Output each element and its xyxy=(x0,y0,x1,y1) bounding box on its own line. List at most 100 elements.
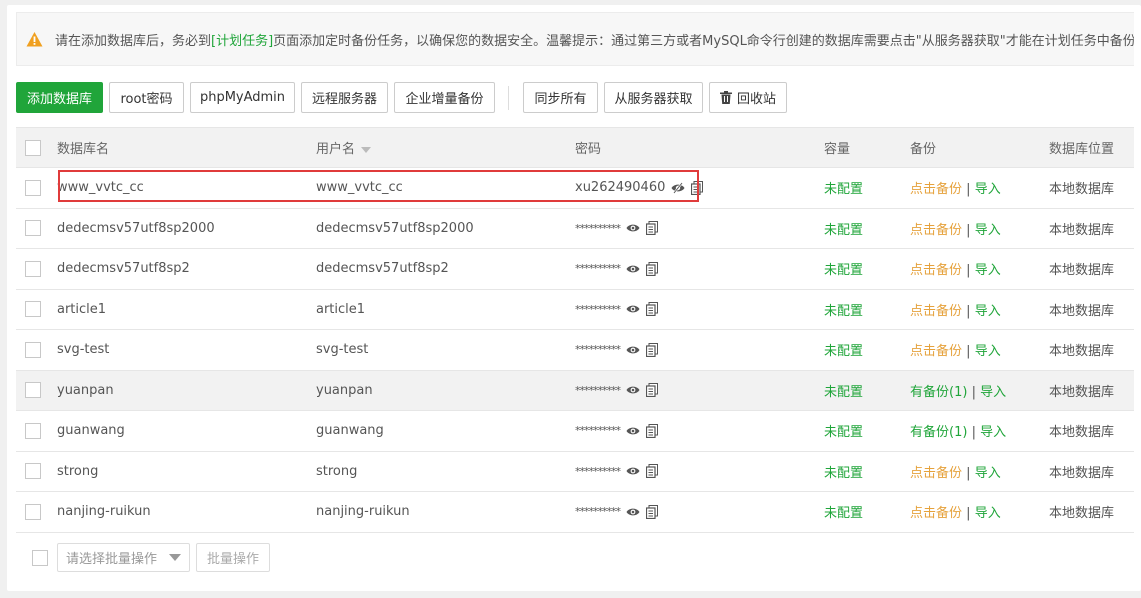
row-checkbox[interactable] xyxy=(25,463,41,480)
import-link[interactable]: 导入 xyxy=(975,506,1001,521)
recycle-bin-button[interactable]: 回收站 xyxy=(709,82,787,113)
eye-icon[interactable] xyxy=(626,223,640,233)
batch-footer: 请选择批量操作 批量操作 xyxy=(16,543,276,572)
row-checkbox[interactable] xyxy=(25,260,41,277)
import-link[interactable]: 导入 xyxy=(975,263,1001,278)
toolbar-divider xyxy=(508,85,509,110)
sync-all-button[interactable]: 同步所有 xyxy=(523,82,598,113)
copy-icon[interactable] xyxy=(646,302,658,317)
root-password-button[interactable]: root密码 xyxy=(109,82,184,113)
db-capacity[interactable]: 未配置 xyxy=(824,208,910,249)
db-name: nanjing-ruikun xyxy=(57,491,316,533)
db-capacity[interactable]: 未配置 xyxy=(824,370,910,411)
notice-text-2: 页面添加定时备份任务，以确保您的数据安全。温馨提示：通过第三方或者MySQL命令… xyxy=(273,33,1134,49)
separator: | xyxy=(966,465,971,481)
select-all-checkbox[interactable] xyxy=(25,139,41,156)
db-backup-cell: 点击备份 | 导入 xyxy=(910,248,1049,290)
copy-icon[interactable] xyxy=(646,423,658,438)
eye-icon[interactable] xyxy=(626,304,640,314)
column-header-password: 密码 xyxy=(575,127,824,168)
copy-icon[interactable] xyxy=(646,504,658,519)
db-capacity[interactable]: 未配置 xyxy=(824,491,910,533)
db-password-cell: ********** xyxy=(575,329,824,371)
db-backup-cell: 点击备份 | 导入 xyxy=(910,289,1049,330)
row-checkbox[interactable] xyxy=(25,301,41,318)
eye-icon[interactable] xyxy=(626,426,640,436)
row-checkbox[interactable] xyxy=(25,341,41,358)
row-checkbox[interactable] xyxy=(25,220,41,237)
row-checkbox[interactable] xyxy=(25,382,41,399)
table-row: article1 article1 ********** 未配置 点击备份 | 导入 本地… xyxy=(16,289,1134,330)
db-user: article1 xyxy=(316,289,575,330)
column-header-location: 数据库位置 xyxy=(1049,127,1134,168)
db-backup-cell: 有备份(1) | 导入 xyxy=(910,370,1049,411)
row-checkbox[interactable] xyxy=(25,503,41,520)
enterprise-backup-button[interactable]: 企业增量备份 xyxy=(394,82,495,113)
get-from-server-button[interactable]: 从服务器获取 xyxy=(604,82,703,113)
backup-link[interactable]: 点击备份 xyxy=(910,466,962,481)
remote-server-button[interactable]: 远程服务器 xyxy=(301,82,388,113)
import-link[interactable]: 导入 xyxy=(975,182,1001,197)
db-password: ********** xyxy=(575,383,621,397)
import-link[interactable]: 导入 xyxy=(975,304,1001,319)
backup-link[interactable]: 有备份(1) xyxy=(910,385,967,400)
backup-link[interactable]: 点击备份 xyxy=(910,223,962,238)
copy-icon[interactable] xyxy=(646,383,658,398)
db-user: guanwang xyxy=(316,410,575,452)
trash-icon xyxy=(720,91,732,104)
db-name: www_vvtc_cc xyxy=(57,167,316,209)
copy-icon[interactable] xyxy=(646,261,658,276)
db-capacity[interactable]: 未配置 xyxy=(824,289,910,330)
copy-icon[interactable] xyxy=(646,464,658,479)
copy-icon[interactable] xyxy=(646,221,658,236)
backup-link[interactable]: 点击备份 xyxy=(910,182,962,197)
import-link[interactable]: 导入 xyxy=(975,466,1001,481)
table-row: yuanpan yuanpan ********** 未配置 有备份(1) | 导入 本地… xyxy=(16,370,1134,411)
backup-link[interactable]: 有备份(1) xyxy=(910,425,967,440)
db-location: 本地数据库 xyxy=(1049,289,1134,330)
db-location: 本地数据库 xyxy=(1049,208,1134,249)
import-link[interactable]: 导入 xyxy=(975,223,1001,238)
backup-link[interactable]: 点击备份 xyxy=(910,304,962,319)
db-capacity[interactable]: 未配置 xyxy=(824,167,910,209)
backup-link[interactable]: 点击备份 xyxy=(910,506,962,521)
batch-operation-select[interactable]: 请选择批量操作 xyxy=(57,543,190,572)
db-user: dedecmsv57utf8sp2000 xyxy=(316,208,575,249)
footer-select-all-checkbox[interactable] xyxy=(32,549,48,566)
db-capacity[interactable]: 未配置 xyxy=(824,248,910,290)
column-header-user-label: 用户名 xyxy=(316,142,356,157)
sort-caret-icon[interactable] xyxy=(361,146,372,153)
eye-slash-icon[interactable] xyxy=(671,182,685,194)
backup-link[interactable]: 点击备份 xyxy=(910,263,962,278)
db-password-cell: xu262490460 xyxy=(575,167,824,209)
db-password: ********** xyxy=(575,464,621,478)
eye-icon[interactable] xyxy=(626,466,640,476)
copy-icon[interactable] xyxy=(646,342,658,357)
db-password-cell: ********** xyxy=(575,451,824,492)
batch-operation-button[interactable]: 批量操作 xyxy=(196,543,270,572)
copy-icon[interactable] xyxy=(691,180,704,195)
db-backup-cell: 有备份(1) | 导入 xyxy=(910,410,1049,452)
import-link[interactable]: 导入 xyxy=(980,425,1006,440)
row-checkbox[interactable] xyxy=(25,422,41,439)
db-capacity[interactable]: 未配置 xyxy=(824,451,910,492)
phpmyadmin-button[interactable]: phpMyAdmin xyxy=(190,82,295,113)
import-link[interactable]: 导入 xyxy=(975,344,1001,359)
add-database-button[interactable]: 添加数据库 xyxy=(16,82,103,113)
column-header-user[interactable]: 用户名 xyxy=(316,127,575,168)
schedule-task-link[interactable]: [计划任务] xyxy=(211,30,273,49)
import-link[interactable]: 导入 xyxy=(980,385,1006,400)
row-checkbox[interactable] xyxy=(25,179,41,196)
eye-icon[interactable] xyxy=(626,345,640,355)
backup-link[interactable]: 点击备份 xyxy=(910,344,962,359)
db-password: ********** xyxy=(575,262,621,276)
db-capacity[interactable]: 未配置 xyxy=(824,410,910,452)
eye-icon[interactable] xyxy=(626,385,640,395)
separator: | xyxy=(966,182,971,198)
eye-icon[interactable] xyxy=(626,264,640,274)
db-backup-cell: 点击备份 | 导入 xyxy=(910,491,1049,533)
eye-icon[interactable] xyxy=(626,507,640,517)
recycle-bin-label: 回收站 xyxy=(736,92,776,107)
db-password-cell: ********** xyxy=(575,370,824,411)
db-capacity[interactable]: 未配置 xyxy=(824,329,910,371)
